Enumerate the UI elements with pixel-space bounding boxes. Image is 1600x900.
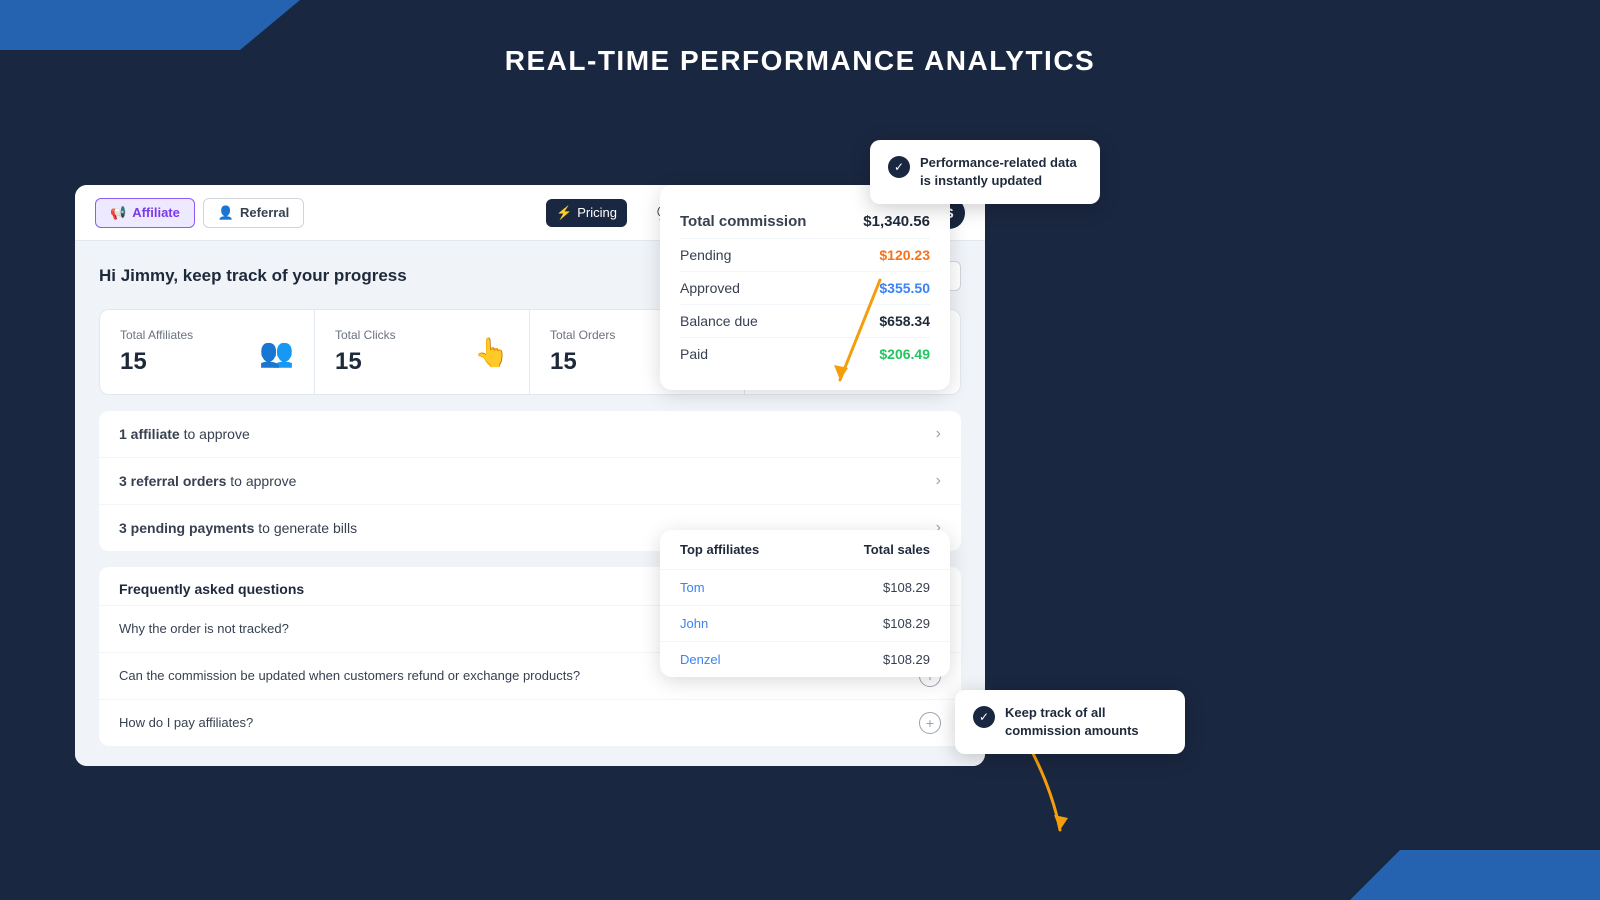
greeting-text: Hi Jimmy, keep track of your progress	[99, 266, 407, 286]
action-referral-text: 3 referral orders to approve	[119, 473, 296, 489]
faq-item-3[interactable]: How do I pay affiliates? +	[99, 700, 961, 746]
megaphone-icon: 📢	[110, 205, 126, 221]
faq-expand-icon[interactable]: +	[919, 712, 941, 734]
affiliate-row-denzel: Denzel $108.29	[660, 642, 950, 677]
affiliate-name-denzel[interactable]: Denzel	[680, 652, 805, 667]
nav-affiliate-button[interactable]: 📢 Affiliate	[95, 198, 195, 228]
affiliate-sales-denzel: $108.29	[805, 652, 930, 667]
paid-label: Paid	[680, 346, 708, 362]
action-payments-text: 3 pending payments to generate bills	[119, 520, 357, 536]
action-affiliate-approve[interactable]: 1 affiliate to approve ›	[99, 411, 961, 458]
commission-approved-row: Approved $355.50	[680, 272, 930, 305]
lightning-icon: ⚡	[556, 205, 572, 221]
stat-info: Total Orders 15	[550, 328, 615, 376]
tooltip-performance: ✓ Performance-related data is instantly …	[870, 140, 1100, 204]
affiliate-name-john[interactable]: John	[680, 616, 805, 631]
affiliate-row-john: John $108.29	[660, 606, 950, 642]
affiliate-row-tom: Tom $108.29	[660, 570, 950, 606]
affiliate-sales-john: $108.29	[805, 616, 930, 631]
action-referral-orders[interactable]: 3 referral orders to approve ›	[99, 458, 961, 505]
affiliate-sales-tom: $108.29	[805, 580, 930, 595]
total-commission-label: Total commission	[680, 213, 806, 230]
tooltip-commission: ✓ Keep track of all commission amounts	[955, 690, 1185, 754]
page-title: REAL-TIME PERFORMANCE ANALYTICS	[505, 45, 1095, 77]
commission-panel: Total commission $1,340.56 Pending $120.…	[660, 185, 950, 390]
bottom-right-decoration	[1350, 850, 1600, 900]
total-commission-value: $1,340.56	[863, 213, 930, 230]
paid-value: $206.49	[879, 346, 930, 362]
nav-pricing-link[interactable]: ⚡ Pricing	[546, 199, 627, 227]
approved-value: $355.50	[879, 280, 930, 296]
commission-pending-row: Pending $120.23	[680, 239, 930, 272]
stat-info: Total Clicks 15	[335, 328, 396, 376]
tooltip-commission-text: Keep track of all commission amounts	[1005, 704, 1167, 740]
action-affiliate-text: 1 affiliate to approve	[119, 426, 250, 442]
approved-label: Approved	[680, 280, 740, 296]
affiliates-col-header: Top affiliates	[680, 542, 805, 557]
clicks-icon: 👆	[474, 336, 509, 369]
stat-total-affiliates: Total Affiliates 15 👥	[100, 310, 315, 394]
commission-paid-row: Paid $206.49	[680, 338, 930, 370]
stat-info: Total Affiliates 15	[120, 328, 193, 376]
balance-label: Balance due	[680, 313, 758, 329]
nav-referral-button[interactable]: 👤 Referral	[203, 198, 304, 228]
tooltip-content-bottom: ✓ Keep track of all commission amounts	[973, 704, 1167, 740]
pending-label: Pending	[680, 247, 731, 263]
chevron-right-icon: ›	[936, 472, 941, 490]
pending-value: $120.23	[879, 247, 930, 263]
balance-value: $658.34	[879, 313, 930, 329]
affiliates-panel: Top affiliates Total sales Tom $108.29 J…	[660, 530, 950, 677]
checkmark-icon-bottom: ✓	[973, 706, 995, 728]
tooltip-content: ✓ Performance-related data is instantly …	[888, 154, 1082, 190]
sales-col-header: Total sales	[805, 542, 930, 557]
top-left-decoration	[0, 0, 300, 50]
affiliates-icon: 👥	[259, 336, 294, 369]
commission-total-row: Total commission $1,340.56	[680, 205, 930, 239]
nav-left: 📢 Affiliate 👤 Referral	[95, 198, 538, 228]
commission-balance-row: Balance due $658.34	[680, 305, 930, 338]
chevron-right-icon: ›	[936, 425, 941, 443]
person-icon: 👤	[218, 205, 234, 221]
tooltip-performance-text: Performance-related data is instantly up…	[920, 154, 1082, 190]
stat-total-clicks: Total Clicks 15 👆	[315, 310, 530, 394]
checkmark-icon: ✓	[888, 156, 910, 178]
affiliate-name-tom[interactable]: Tom	[680, 580, 805, 595]
affiliates-header: Top affiliates Total sales	[660, 530, 950, 570]
